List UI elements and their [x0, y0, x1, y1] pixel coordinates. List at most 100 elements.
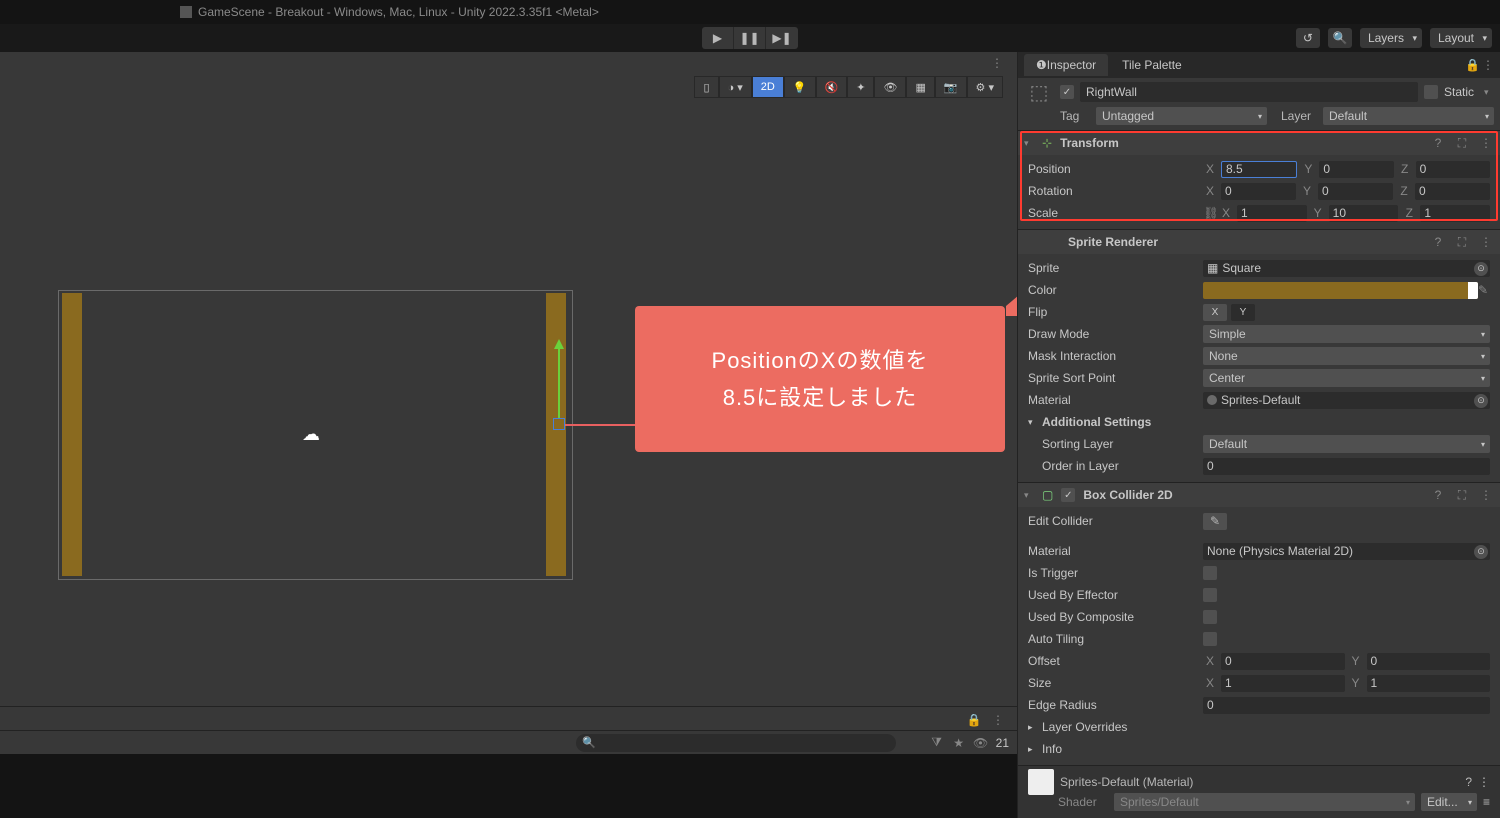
menu-icon[interactable]: ⋮	[989, 711, 1007, 729]
left-wall-sprite[interactable]	[62, 293, 82, 576]
gizmo-y-axis[interactable]	[558, 342, 560, 418]
eyedropper-icon[interactable]: ✎	[1478, 283, 1490, 297]
material-section: Sprites-Default (Material) ? ⋮ Shader Sp…	[1018, 765, 1500, 818]
2d-toggle[interactable]: 2D	[752, 76, 784, 98]
preset-icon[interactable]: ⛶	[1454, 488, 1470, 503]
kebab-icon[interactable]: ⋮	[1482, 58, 1494, 72]
offset-label: Offset	[1028, 654, 1203, 668]
shade-dropdown[interactable]: ◑ ▾	[719, 76, 752, 98]
gameobject-icon[interactable]: ⬚	[1024, 77, 1054, 107]
material-title: Sprites-Default (Material)	[1060, 775, 1193, 789]
help-icon[interactable]: ?	[1430, 488, 1446, 502]
hidden-icon[interactable]: 👁	[972, 734, 990, 752]
gizmo-dropdown[interactable]: ⚙ ▾	[967, 76, 1003, 98]
light-icon[interactable]: 💡	[784, 76, 816, 98]
order-in-layer-input[interactable]: 0	[1203, 458, 1490, 475]
pivot-button[interactable]: ▯	[694, 76, 718, 98]
kebab-icon[interactable]: ⋮	[1478, 136, 1494, 150]
play-toolbar: ▶ ❚❚ ▶❚ ↺ 🔍 Layers Layout	[0, 24, 1500, 52]
material-preview-icon[interactable]	[1028, 769, 1054, 795]
color-field[interactable]	[1203, 282, 1478, 299]
help-icon[interactable]: ?	[1430, 235, 1446, 249]
gizmo-center[interactable]	[553, 418, 565, 430]
layers-dropdown[interactable]: Layers	[1360, 28, 1422, 48]
scale-z-input[interactable]: 1	[1420, 205, 1490, 222]
kebab-icon[interactable]: ⋮	[1478, 488, 1494, 502]
scale-y-input[interactable]: 10	[1329, 205, 1399, 222]
tab-inspector[interactable]: ❶ Inspector	[1024, 54, 1108, 76]
preset-icon[interactable]: ⛶	[1454, 136, 1470, 151]
step-button[interactable]: ▶❚	[766, 27, 798, 49]
foldout-icon[interactable]: ▾	[1024, 138, 1034, 149]
sprite-renderer-component: Sprite Renderer ? ⛶ ⋮ Sprite ▦Square⊙ Co…	[1018, 229, 1500, 482]
edit-shader-button[interactable]: Edit...	[1421, 793, 1477, 811]
mask-interaction-dropdown[interactable]: None	[1203, 347, 1490, 365]
info-foldout[interactable]: ▸Info	[1028, 739, 1490, 759]
used-by-composite-checkbox[interactable]	[1203, 610, 1217, 624]
transform-icon: ⊹	[1042, 136, 1052, 150]
tag-dropdown[interactable]: Untagged	[1096, 107, 1267, 125]
sprite-sort-point-dropdown[interactable]: Center	[1203, 369, 1490, 387]
pause-button[interactable]: ❚❚	[734, 27, 766, 49]
additional-settings-foldout[interactable]: ▾Additional Settings	[1028, 412, 1490, 432]
size-y-input[interactable]: 1	[1367, 675, 1491, 692]
sprite-field[interactable]: ▦Square⊙	[1203, 260, 1490, 277]
static-dropdown-icon[interactable]: ▾	[1484, 87, 1494, 98]
audio-icon[interactable]: 🔇	[816, 76, 848, 98]
rotation-y-input[interactable]: 0	[1318, 183, 1393, 200]
scene-view[interactable]: ⋮ ▯ ◑ ▾ 2D 💡 🔇 ✦ 👁 ▦ 📷 ⚙ ▾ ☁ PositionのX	[0, 52, 1017, 706]
lock-icon[interactable]: 🔒	[965, 711, 983, 729]
is-trigger-checkbox[interactable]	[1203, 566, 1217, 580]
shader-dropdown[interactable]: Sprites/Default	[1114, 793, 1415, 811]
shader-menu-icon[interactable]: ≡	[1483, 795, 1490, 809]
visibility-icon[interactable]: 👁	[874, 76, 906, 98]
help-icon[interactable]: ?	[1465, 775, 1472, 789]
active-checkbox[interactable]: ✓	[1060, 85, 1074, 99]
favorite-icon[interactable]: ★	[950, 734, 968, 752]
project-search-input[interactable]: 🔍	[576, 734, 896, 752]
scale-x-input[interactable]: 1	[1237, 205, 1307, 222]
flip-x-toggle[interactable]: X	[1203, 304, 1227, 321]
lock-icon[interactable]: 🔒	[1465, 58, 1480, 72]
layer-dropdown[interactable]: Default	[1323, 107, 1494, 125]
kebab-icon[interactable]: ⋮	[1478, 235, 1494, 249]
layer-overrides-foldout[interactable]: ▸Layer Overrides	[1028, 717, 1490, 737]
collider-material-field[interactable]: None (Physics Material 2D)⊙	[1203, 543, 1490, 560]
play-button[interactable]: ▶	[702, 27, 734, 49]
search-icon[interactable]: 🔍	[1328, 28, 1352, 48]
offset-y-input[interactable]: 0	[1367, 653, 1491, 670]
undo-history-icon[interactable]: ↺	[1296, 28, 1320, 48]
auto-tiling-checkbox[interactable]	[1203, 632, 1217, 646]
kebab-icon[interactable]: ⋮	[1478, 775, 1490, 789]
size-x-input[interactable]: 1	[1221, 675, 1345, 692]
rotation-z-input[interactable]: 0	[1415, 183, 1490, 200]
sorting-layer-dropdown[interactable]: Default	[1203, 435, 1490, 453]
position-z-input[interactable]: 0	[1416, 161, 1490, 178]
layout-dropdown[interactable]: Layout	[1430, 28, 1492, 48]
scene-more-icon[interactable]: ⋮	[991, 56, 1003, 70]
flip-y-toggle[interactable]: Y	[1231, 304, 1255, 321]
tab-tile-palette[interactable]: Tile Palette	[1110, 54, 1194, 76]
fx-icon[interactable]: ✦	[847, 76, 874, 98]
rotation-x-input[interactable]: 0	[1221, 183, 1296, 200]
static-checkbox[interactable]	[1424, 85, 1438, 99]
window-title: GameScene - Breakout - Windows, Mac, Lin…	[198, 5, 599, 19]
offset-x-input[interactable]: 0	[1221, 653, 1345, 670]
camera-icon[interactable]: 📷	[935, 76, 967, 98]
help-icon[interactable]: ?	[1430, 136, 1446, 150]
camera-gizmo-icon[interactable]: ☁	[302, 424, 320, 445]
used-by-effector-checkbox[interactable]	[1203, 588, 1217, 602]
edge-radius-input[interactable]: 0	[1203, 697, 1490, 714]
material-field[interactable]: Sprites-Default⊙	[1203, 392, 1490, 409]
draw-mode-dropdown[interactable]: Simple	[1203, 325, 1490, 343]
position-y-input[interactable]: 0	[1319, 161, 1393, 178]
filter-icon[interactable]: ⧩	[928, 734, 946, 752]
constrain-link-icon[interactable]: ⛓	[1203, 206, 1219, 220]
layers-icon[interactable]: ▦	[906, 76, 934, 98]
position-x-input[interactable]: 8.5	[1221, 161, 1297, 178]
foldout-icon[interactable]: ▾	[1024, 490, 1034, 501]
collider-enabled-checkbox[interactable]: ✓	[1061, 488, 1075, 502]
edit-collider-button[interactable]: ✎	[1203, 513, 1227, 530]
object-name-field[interactable]: RightWall	[1080, 82, 1418, 102]
preset-icon[interactable]: ⛶	[1454, 235, 1470, 250]
